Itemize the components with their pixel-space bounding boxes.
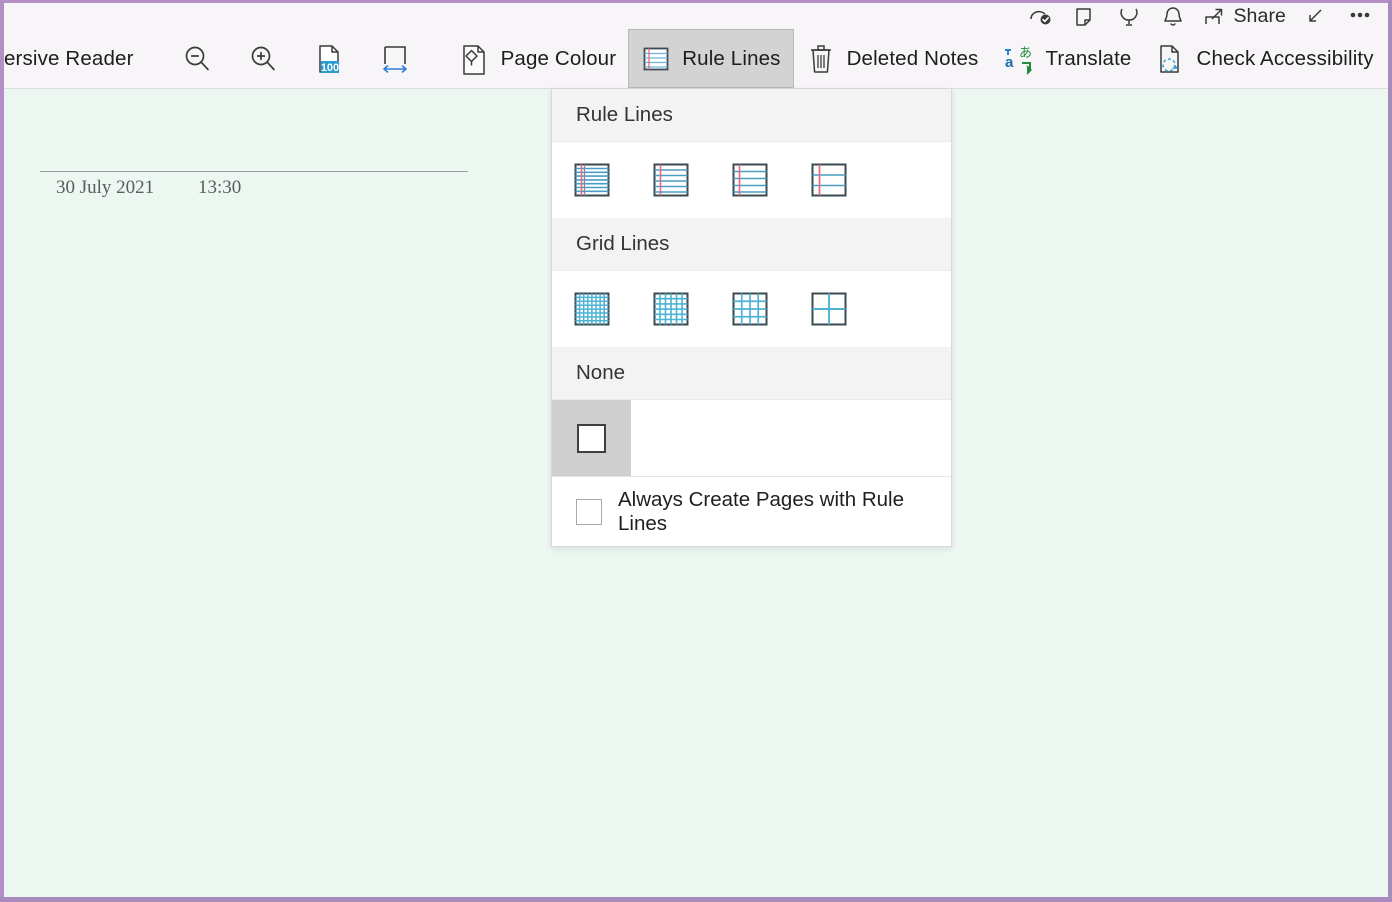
rule-option-wide-ruled[interactable] — [789, 142, 868, 218]
tell-me-lightbulb-icon[interactable] — [1107, 3, 1151, 30]
always-create-pages-checkbox[interactable] — [576, 499, 602, 525]
medium-grid-icon — [652, 291, 690, 327]
ribbon-item-immersive-reader[interactable]: ersive Reader — [4, 31, 146, 88]
immersive-reader-label: ersive Reader — [4, 47, 134, 71]
share-label: Share — [1233, 5, 1286, 28]
trash-icon — [806, 42, 836, 76]
ribbon-item-page-colour[interactable]: Page Colour — [446, 31, 629, 88]
always-create-pages-label: Always Create Pages with Rule Lines — [618, 488, 951, 536]
sync-status-icon[interactable] — [1019, 3, 1063, 30]
rule-option-standard-ruled[interactable] — [710, 142, 789, 218]
page-colour-icon — [458, 42, 490, 76]
view-ribbon: ersive Reader 100 — [4, 30, 1388, 89]
small-grid-icon — [573, 291, 611, 327]
ribbon-item-page-width[interactable] — [362, 31, 428, 88]
page-colour-label: Page Colour — [501, 47, 617, 71]
rule-lines-icon — [641, 44, 671, 74]
page-date[interactable]: 30 July 2021 — [56, 177, 198, 199]
quick-access-toolbar: Share — [4, 3, 1388, 30]
ribbon-item-zoom-in[interactable] — [230, 31, 296, 88]
notifications-bell-icon[interactable] — [1151, 3, 1195, 30]
rule-option-narrow-ruled[interactable] — [552, 142, 631, 218]
none-option-row — [552, 400, 951, 476]
always-create-pages-row[interactable]: Always Create Pages with Rule Lines — [552, 476, 951, 546]
wide-ruled-icon — [810, 162, 848, 198]
sticky-note-icon[interactable] — [1063, 3, 1107, 30]
deleted-notes-label: Deleted Notes — [847, 47, 979, 71]
section-header-rule-lines: Rule Lines — [552, 89, 951, 142]
ribbon-item-rule-lines[interactable]: Rule Lines — [628, 29, 793, 88]
window-border-bottom — [0, 897, 1392, 902]
translate-label: Translate — [1045, 47, 1131, 71]
check-accessibility-label: Check Accessibility — [1196, 47, 1373, 71]
rule-lines-dropdown: Rule Lines — [551, 89, 952, 547]
grid-option-small-grid[interactable] — [552, 271, 631, 347]
grid-option-very-large-grid[interactable] — [789, 271, 868, 347]
page-datetime: 30 July 2021 13:30 — [56, 177, 241, 199]
check-accessibility-icon — [1155, 42, 1185, 76]
ribbon-item-zoom-out[interactable] — [164, 31, 230, 88]
rule-option-college-ruled[interactable] — [631, 142, 710, 218]
ribbon-item-deleted-notes[interactable]: Deleted Notes — [794, 31, 991, 88]
ribbon-item-check-accessibility[interactable]: Check Accessibility — [1143, 31, 1385, 88]
section-header-none: None — [552, 347, 951, 400]
none-icon — [577, 424, 606, 453]
rule-lines-options-row — [552, 142, 951, 218]
very-large-grid-icon — [810, 291, 848, 327]
zoom-100-icon: 100 — [312, 42, 346, 76]
rule-option-none[interactable] — [552, 400, 631, 476]
large-grid-icon — [731, 291, 769, 327]
share-icon — [1203, 6, 1227, 28]
page-width-icon — [378, 42, 412, 76]
onenote-window: Share ersive Reader — [0, 0, 1392, 902]
collapse-ribbon-icon[interactable] — [1294, 3, 1338, 30]
narrow-ruled-icon — [573, 162, 611, 198]
svg-text:あ: あ — [1019, 45, 1032, 60]
standard-ruled-icon — [731, 162, 769, 198]
more-options-icon[interactable] — [1338, 3, 1382, 30]
window-border-right — [1388, 0, 1392, 902]
share-button[interactable]: Share — [1195, 3, 1294, 30]
rule-lines-label: Rule Lines — [682, 47, 780, 71]
section-header-grid-lines: Grid Lines — [552, 218, 951, 271]
page-time[interactable]: 13:30 — [198, 177, 241, 199]
grid-option-medium-grid[interactable] — [631, 271, 710, 347]
zoom-out-icon — [180, 42, 214, 76]
svg-text:a: a — [1005, 54, 1014, 71]
college-ruled-icon — [652, 162, 690, 198]
ribbon-item-translate[interactable]: a あ Translate — [990, 31, 1143, 88]
page-title-rule — [40, 171, 468, 172]
zoom-in-icon — [246, 42, 280, 76]
svg-text:100: 100 — [320, 62, 338, 74]
grid-option-large-grid[interactable] — [710, 271, 789, 347]
grid-lines-options-row — [552, 271, 951, 347]
ribbon-item-zoom-100[interactable]: 100 — [296, 31, 362, 88]
translate-icon: a あ — [1002, 43, 1034, 75]
